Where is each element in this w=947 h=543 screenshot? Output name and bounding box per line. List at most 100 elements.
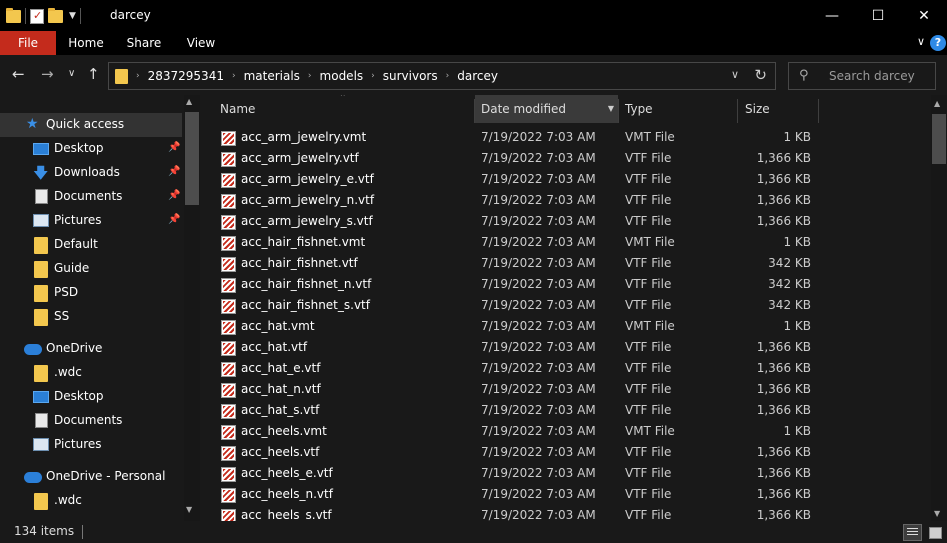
pin-icon[interactable]: 📌: [168, 214, 180, 225]
tab-file[interactable]: File: [0, 31, 56, 55]
breadcrumb-separator[interactable]: ›: [446, 71, 450, 81]
file-date-modified: 7/19/2022 7:03 AM: [481, 298, 596, 312]
customize-toolbar-icon[interactable]: ▼: [69, 11, 76, 21]
breadcrumb-separator[interactable]: ›: [371, 71, 375, 81]
table-row[interactable]: acc_heels_s.vtf 7/19/2022 7:03 AM VTF File…: [202, 506, 931, 521]
table-row[interactable]: acc_hair_fishnet.vmt 7/19/2022 7:03 AM VMT…: [202, 233, 931, 254]
sidebar-scrollbar-thumb[interactable]: [185, 112, 199, 205]
breadcrumb-item[interactable]: materials: [244, 69, 300, 83]
sidebar-item-ss[interactable]: SS: [0, 305, 182, 329]
new-folder-icon[interactable]: [48, 7, 63, 23]
document-icon: [35, 189, 48, 204]
sidebar-item-onedrive[interactable]: OneDrive: [0, 337, 182, 361]
sidebar-item-onedrive-pictures[interactable]: Pictures: [0, 433, 182, 457]
scroll-up-icon[interactable]: ▲: [186, 97, 192, 106]
sidebar-item-guide[interactable]: Guide: [0, 257, 182, 281]
file-type: VTF File: [625, 193, 672, 207]
forward-button[interactable]: →: [41, 65, 54, 83]
file-name: acc_arm_jewelry.vtf: [241, 151, 359, 165]
table-row[interactable]: acc_heels_e.vtf 7/19/2022 7:03 AM VTF File…: [202, 464, 931, 485]
minimize-button[interactable]: —: [809, 0, 855, 31]
column-divider[interactable]: [818, 99, 819, 123]
file-date-modified: 7/19/2022 7:03 AM: [481, 424, 596, 438]
sidebar-item-desktop[interactable]: Desktop 📌: [0, 137, 182, 161]
file-icon: [221, 257, 236, 272]
navigation-bar: ← → ∨ ↑ › 2837295341 › materials › model…: [0, 55, 947, 95]
table-row[interactable]: acc_hair_fishnet.vtf 7/19/2022 7:03 AM VTF…: [202, 254, 931, 275]
table-row[interactable]: acc_arm_jewelry_s.vtf 7/19/2022 7:03 AM VT…: [202, 212, 931, 233]
tab-home[interactable]: Home: [63, 31, 109, 55]
table-row[interactable]: acc_hat_e.vtf 7/19/2022 7:03 AM VTF File 1,…: [202, 359, 931, 380]
breadcrumb-item[interactable]: 2837295341: [148, 69, 224, 83]
breadcrumb-item[interactable]: models: [320, 69, 364, 83]
sidebar-item-onedrive-personal[interactable]: OneDrive - Personal: [0, 465, 182, 489]
table-row[interactable]: acc_hat.vmt 7/19/2022 7:03 AM VMT File 1 KB: [202, 317, 931, 338]
table-row[interactable]: acc_arm_jewelry.vmt 7/19/2022 7:03 AM VMT …: [202, 128, 931, 149]
breadcrumb-item[interactable]: survivors: [383, 69, 438, 83]
column-header-name[interactable]: Name: [220, 95, 470, 123]
sidebar-item-onedrive-desktop[interactable]: Desktop: [0, 385, 182, 409]
close-button[interactable]: ✕: [901, 0, 947, 31]
table-row[interactable]: acc_hair_fishnet_n.vtf 7/19/2022 7:03 AM V…: [202, 275, 931, 296]
up-button[interactable]: ↑: [87, 65, 100, 83]
sidebar-item-pictures[interactable]: Pictures 📌: [0, 209, 182, 233]
file-size: 1,366 KB: [756, 214, 811, 228]
sidebar-item-onedrive-wdc[interactable]: .wdc: [0, 361, 182, 385]
file-list-scrollbar-thumb[interactable]: [932, 114, 946, 164]
breadcrumb-separator[interactable]: ›: [232, 71, 236, 81]
column-divider[interactable]: [737, 99, 738, 123]
sidebar-item-documents[interactable]: Documents 📌: [0, 185, 182, 209]
sidebar-item-quick-access[interactable]: ★ Quick access: [0, 113, 182, 137]
column-divider[interactable]: [618, 99, 619, 123]
maximize-button[interactable]: ☐: [855, 0, 901, 31]
table-row[interactable]: acc_hat.vtf 7/19/2022 7:03 AM VTF File 1,36…: [202, 338, 931, 359]
sidebar-item-downloads[interactable]: 🡇 Downloads 📌: [0, 161, 182, 185]
refresh-icon[interactable]: ↻: [754, 66, 767, 84]
status-divider: [82, 525, 83, 539]
scroll-down-icon[interactable]: ▼: [186, 505, 192, 514]
table-row[interactable]: acc_arm_jewelry_e.vtf 7/19/2022 7:03 AM VT…: [202, 170, 931, 191]
address-dropdown-icon[interactable]: ∨: [731, 68, 739, 81]
sidebar-item-default[interactable]: Default: [0, 233, 182, 257]
column-header-date-modified[interactable]: Date modified ▼: [475, 95, 618, 123]
pin-icon[interactable]: 📌: [168, 190, 180, 201]
table-row[interactable]: acc_arm_jewelry_n.vtf 7/19/2022 7:03 AM VT…: [202, 191, 931, 212]
breadcrumb-separator[interactable]: ›: [136, 71, 140, 81]
sidebar-item-personal-wdc[interactable]: .wdc: [0, 489, 182, 513]
file-date-modified: 7/19/2022 7:03 AM: [481, 319, 596, 333]
file-date-modified: 7/19/2022 7:03 AM: [481, 508, 596, 521]
large-icons-view-icon[interactable]: [926, 524, 945, 541]
scroll-down-icon[interactable]: ▼: [934, 509, 940, 518]
pin-icon[interactable]: 📌: [168, 142, 180, 153]
file-name: acc_heels_n.vtf: [241, 487, 333, 501]
pin-icon[interactable]: 📌: [168, 166, 180, 177]
search-box[interactable]: ⚲ Search darcey: [788, 62, 936, 90]
table-row[interactable]: acc_hair_fishnet_s.vtf 7/19/2022 7:03 AM V…: [202, 296, 931, 317]
address-bar[interactable]: › 2837295341 › materials › models › surv…: [108, 62, 776, 90]
properties-icon[interactable]: [30, 8, 44, 24]
table-row[interactable]: acc_heels_n.vtf 7/19/2022 7:03 AM VTF File…: [202, 485, 931, 506]
table-row[interactable]: acc_heels.vtf 7/19/2022 7:03 AM VTF File 1,…: [202, 443, 931, 464]
back-button[interactable]: ←: [12, 65, 25, 83]
scroll-up-icon[interactable]: ▲: [934, 99, 940, 108]
file-name: acc_heels_e.vtf: [241, 466, 333, 480]
search-placeholder[interactable]: Search darcey: [829, 69, 915, 83]
breadcrumb-separator[interactable]: ›: [308, 71, 312, 81]
breadcrumb-item[interactable]: darcey: [457, 69, 498, 83]
tab-view[interactable]: View: [178, 31, 224, 55]
help-icon[interactable]: ?: [930, 35, 946, 51]
details-view-icon[interactable]: [903, 524, 922, 541]
tab-share[interactable]: Share: [121, 31, 167, 55]
sidebar-item-onedrive-documents[interactable]: Documents: [0, 409, 182, 433]
column-header-size[interactable]: Size: [745, 95, 815, 123]
table-row[interactable]: acc_hat_s.vtf 7/19/2022 7:03 AM VTF File 1,…: [202, 401, 931, 422]
expand-ribbon-icon[interactable]: ∨: [917, 35, 925, 48]
file-type: VMT File: [625, 235, 675, 249]
table-row[interactable]: acc_arm_jewelry.vtf 7/19/2022 7:03 AM VTF …: [202, 149, 931, 170]
table-row[interactable]: acc_hat_n.vtf 7/19/2022 7:03 AM VTF File 1,…: [202, 380, 931, 401]
recent-locations-button[interactable]: ∨: [68, 68, 75, 79]
column-header-type[interactable]: Type: [625, 95, 735, 123]
sidebar-item-psd[interactable]: PSD: [0, 281, 182, 305]
table-row[interactable]: acc_heels.vmt 7/19/2022 7:03 AM VMT File 1 …: [202, 422, 931, 443]
column-filter-dropdown-icon[interactable]: ▼: [608, 95, 614, 123]
